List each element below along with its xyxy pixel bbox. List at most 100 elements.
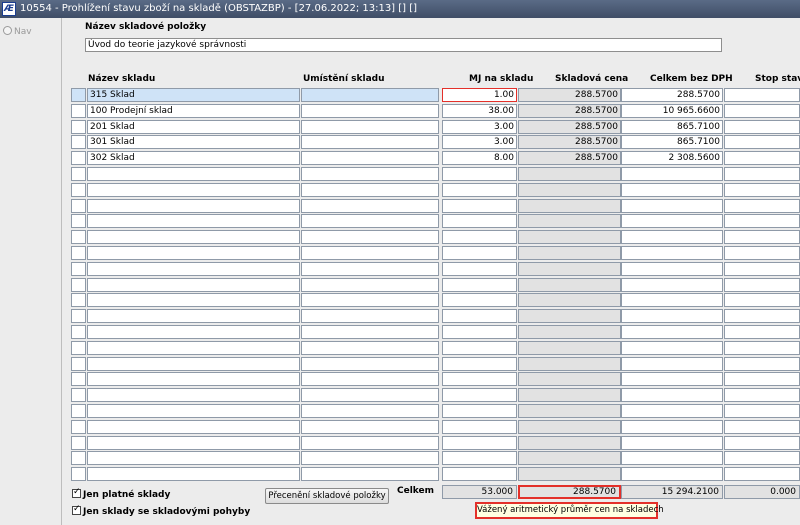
cell-mj[interactable]: 8.00: [442, 151, 517, 166]
cell-total[interactable]: [621, 167, 723, 181]
table-row[interactable]: [71, 435, 800, 451]
cell-stop[interactable]: [724, 388, 800, 403]
cell-location[interactable]: [301, 167, 439, 181]
cell-total[interactable]: [621, 356, 723, 371]
table-row[interactable]: [71, 372, 800, 387]
cell-total[interactable]: [621, 309, 723, 324]
cell-mj[interactable]: [442, 309, 517, 324]
cell-name[interactable]: [87, 198, 300, 213]
table-row[interactable]: [71, 419, 800, 435]
table-row[interactable]: [71, 293, 800, 308]
cell-stop[interactable]: [724, 135, 800, 150]
cell-name[interactable]: [87, 467, 300, 482]
table-row[interactable]: [71, 214, 800, 229]
cell-mj[interactable]: [442, 419, 517, 434]
cell-name[interactable]: [87, 388, 300, 403]
cell-price[interactable]: [518, 246, 621, 260]
cell-mj[interactable]: [442, 277, 517, 292]
table-row[interactable]: [71, 451, 800, 466]
cell-price[interactable]: [518, 356, 621, 371]
cell-location[interactable]: [301, 451, 439, 466]
cell-price[interactable]: [518, 293, 621, 308]
cell-price[interactable]: [518, 451, 621, 466]
cell-mj[interactable]: [442, 198, 517, 213]
cell-stop[interactable]: [724, 404, 800, 418]
cell-mj[interactable]: [442, 261, 517, 276]
cell-name[interactable]: [87, 340, 300, 355]
cell-price[interactable]: [518, 182, 621, 197]
cell-price[interactable]: 288.5700: [518, 88, 621, 102]
cell-stop[interactable]: [724, 293, 800, 308]
cell-location[interactable]: [301, 182, 439, 197]
cell-mj[interactable]: 1.00: [442, 88, 517, 102]
cell-price[interactable]: [518, 230, 621, 245]
table-row[interactable]: [71, 246, 800, 261]
cell-mj[interactable]: [442, 388, 517, 403]
cell-price[interactable]: [518, 167, 621, 181]
cell-price[interactable]: [518, 467, 621, 482]
cell-location[interactable]: [301, 467, 439, 482]
cell-location[interactable]: [301, 293, 439, 308]
cell-total[interactable]: [621, 261, 723, 276]
cell-location[interactable]: [301, 435, 439, 450]
cell-mj[interactable]: [442, 230, 517, 245]
cell-name[interactable]: [87, 277, 300, 292]
cell-total[interactable]: [621, 182, 723, 197]
cell-name[interactable]: [87, 372, 300, 387]
cell-mj[interactable]: [442, 356, 517, 371]
cell-location[interactable]: [301, 246, 439, 260]
cell-mj[interactable]: [442, 182, 517, 197]
cell-location[interactable]: [301, 214, 439, 229]
cell-stop[interactable]: [724, 167, 800, 181]
cell-name[interactable]: [87, 293, 300, 308]
cell-total[interactable]: 288.5700: [621, 88, 723, 102]
cell-location[interactable]: [301, 119, 439, 134]
cell-total[interactable]: [621, 451, 723, 466]
cell-total[interactable]: [621, 435, 723, 450]
cell-total[interactable]: [621, 230, 723, 245]
cell-mj[interactable]: [442, 293, 517, 308]
checkbox-with-moves[interactable]: Jen sklady se skladovými pohyby: [72, 504, 250, 517]
cell-mj[interactable]: 38.00: [442, 103, 517, 118]
cell-name[interactable]: [87, 309, 300, 324]
cell-total[interactable]: [621, 419, 723, 434]
cell-location[interactable]: [301, 88, 439, 102]
cell-price[interactable]: 288.5700: [518, 151, 621, 166]
cell-mj[interactable]: [442, 325, 517, 339]
cell-price[interactable]: [518, 277, 621, 292]
table-row[interactable]: [71, 325, 800, 340]
cell-mj[interactable]: [442, 451, 517, 466]
cell-stop[interactable]: [724, 246, 800, 260]
table-row[interactable]: [71, 467, 800, 482]
cell-name[interactable]: [87, 325, 300, 339]
cell-name[interactable]: 100 Prodejní sklad: [87, 103, 300, 118]
table-row[interactable]: [71, 388, 800, 403]
table-row[interactable]: [71, 309, 800, 324]
cell-total[interactable]: [621, 293, 723, 308]
cell-price[interactable]: [518, 419, 621, 434]
table-row[interactable]: [71, 230, 800, 245]
cell-location[interactable]: [301, 198, 439, 213]
cell-stop[interactable]: [724, 261, 800, 276]
cell-price[interactable]: [518, 261, 621, 276]
cell-mj[interactable]: [442, 246, 517, 260]
cell-price[interactable]: 288.5700: [518, 135, 621, 150]
cell-total[interactable]: [621, 277, 723, 292]
cell-stop[interactable]: [724, 119, 800, 134]
cell-price[interactable]: [518, 198, 621, 213]
cell-mj[interactable]: [442, 167, 517, 181]
cell-location[interactable]: [301, 419, 439, 434]
table-row[interactable]: [71, 261, 800, 277]
table-row[interactable]: [71, 182, 800, 198]
cell-total[interactable]: [621, 388, 723, 403]
cell-stop[interactable]: [724, 103, 800, 118]
cell-stop[interactable]: [724, 182, 800, 197]
cell-name[interactable]: [87, 246, 300, 260]
cell-price[interactable]: 288.5700: [518, 103, 621, 118]
cell-stop[interactable]: [724, 467, 800, 482]
cell-total[interactable]: [621, 340, 723, 355]
cell-stop[interactable]: [724, 356, 800, 371]
cell-total[interactable]: [621, 214, 723, 229]
table-row[interactable]: 201 Sklad 3.00 288.5700 865.7100: [71, 119, 800, 135]
cell-name[interactable]: [87, 182, 300, 197]
